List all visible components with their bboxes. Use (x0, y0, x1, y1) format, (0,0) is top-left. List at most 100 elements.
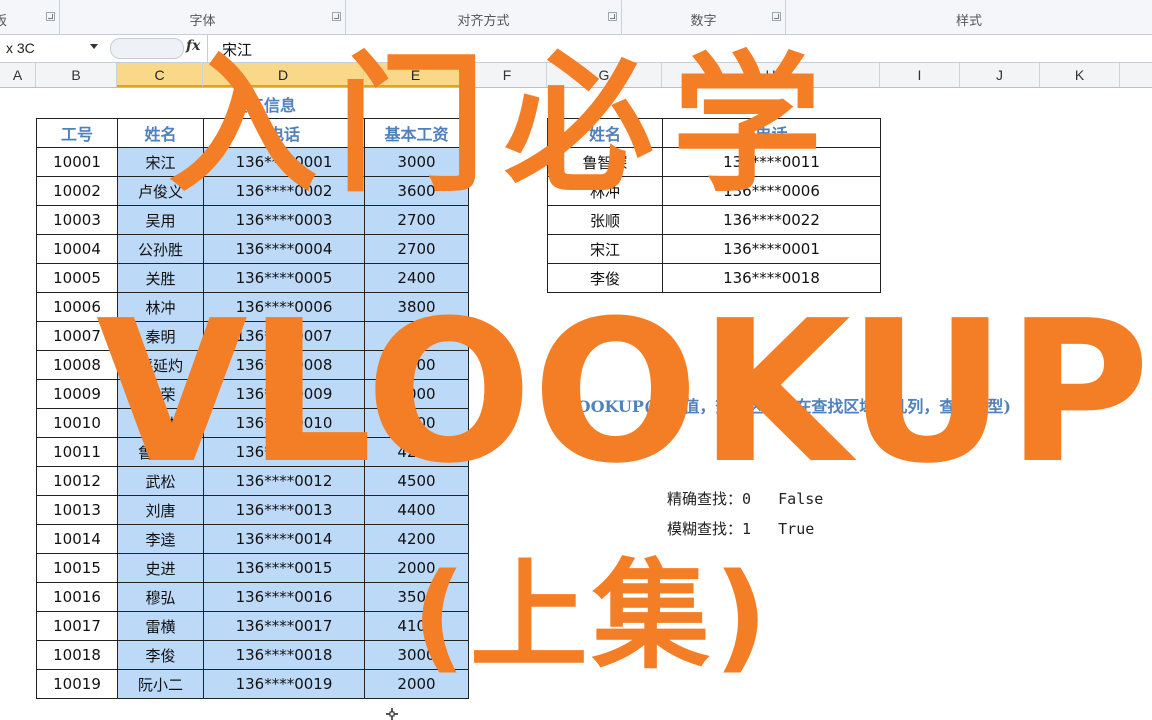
table-cell[interactable]: 林冲 (117, 292, 204, 322)
table-cell[interactable]: 136****0004 (203, 234, 365, 264)
column-header-a[interactable]: A (0, 63, 36, 87)
table-cell[interactable]: 史进 (117, 553, 204, 583)
table-cell[interactable]: 10015 (36, 553, 118, 583)
table-cell[interactable]: 136****0003 (203, 205, 365, 235)
table-cell[interactable]: 3000 (364, 147, 469, 177)
table-cell[interactable]: 136****0022 (662, 205, 881, 235)
table-cell[interactable]: 2700 (364, 234, 469, 264)
header-cell[interactable]: 电话 (662, 118, 881, 148)
table-cell[interactable]: 3600 (364, 321, 469, 351)
table-cell[interactable]: 10005 (36, 263, 118, 293)
table-cell[interactable]: 136****0016 (203, 582, 365, 612)
table-cell[interactable]: 10013 (36, 495, 118, 525)
table-cell[interactable]: 10018 (36, 640, 118, 670)
column-header-e[interactable]: E (364, 63, 468, 87)
table-cell[interactable]: 10002 (36, 176, 118, 206)
table-cell[interactable]: 4100 (364, 611, 469, 641)
table-cell[interactable]: 10012 (36, 466, 118, 496)
table-cell[interactable]: 武松 (117, 466, 204, 496)
table-cell[interactable]: 136****0013 (203, 495, 365, 525)
table-cell[interactable]: 2700 (364, 205, 469, 235)
chevron-down-icon[interactable] (90, 44, 98, 49)
table-cell[interactable]: 柴进 (117, 408, 204, 438)
table-cell[interactable]: 吴用 (117, 205, 204, 235)
column-header-k[interactable]: K (1040, 63, 1120, 87)
table-cell[interactable]: 3600 (364, 176, 469, 206)
dialog-launcher-icon[interactable] (772, 12, 781, 21)
table-cell[interactable]: 136****0015 (203, 553, 365, 583)
table-cell[interactable]: 136****0008 (203, 350, 365, 380)
table-cell[interactable]: 10016 (36, 582, 118, 612)
dialog-launcher-icon[interactable] (332, 12, 341, 21)
table-cell[interactable]: 3200 (364, 350, 469, 380)
table-cell[interactable]: 10003 (36, 205, 118, 235)
table-cell[interactable]: 李俊 (547, 263, 663, 293)
table-cell[interactable]: 136****0012 (203, 466, 365, 496)
table-cell[interactable]: 10004 (36, 234, 118, 264)
table-cell[interactable]: 刘唐 (117, 495, 204, 525)
table-cell[interactable]: 4500 (364, 466, 469, 496)
header-cell[interactable]: 基本工资 (364, 118, 469, 148)
table-cell[interactable]: 10007 (36, 321, 118, 351)
header-cell[interactable]: 电话 (203, 118, 365, 148)
table-cell[interactable]: 136****0006 (662, 176, 881, 206)
dialog-launcher-icon[interactable] (608, 12, 617, 21)
table-cell[interactable]: 136****0017 (203, 611, 365, 641)
table-cell[interactable]: 4200 (364, 437, 469, 467)
table-cell[interactable]: 4200 (364, 524, 469, 554)
table-cell[interactable]: 李俊 (117, 640, 204, 670)
worksheet-grid[interactable]: 员工信息 工号 姓名 电话 基本工资 10001 宋江 136****0001 300… (0, 88, 1152, 720)
column-header-g[interactable]: G (547, 63, 662, 87)
table-cell[interactable]: 张顺 (547, 205, 663, 235)
column-header-i[interactable]: I (880, 63, 960, 87)
table-cell[interactable]: 10019 (36, 669, 118, 699)
header-cell[interactable]: 姓名 (547, 118, 663, 148)
table-cell[interactable]: 2000 (364, 669, 469, 699)
table-cell[interactable]: 秦明 (117, 321, 204, 351)
table-cell[interactable]: 136****0009 (203, 379, 365, 409)
header-cell[interactable]: 工号 (36, 118, 118, 148)
table-cell[interactable]: 2400 (364, 263, 469, 293)
column-header-j[interactable]: J (960, 63, 1040, 87)
table-cell[interactable]: 穆弘 (117, 582, 204, 612)
table-cell[interactable]: 136****0010 (203, 408, 365, 438)
table-cell[interactable]: 10017 (36, 611, 118, 641)
function-icon[interactable]: fx (186, 38, 200, 54)
table-cell[interactable]: 136****0005 (203, 263, 365, 293)
formula-input[interactable]: 宋江 (222, 39, 252, 60)
table-cell[interactable]: 10009 (36, 379, 118, 409)
table-cell[interactable]: 136****0018 (662, 263, 881, 293)
table-cell[interactable]: 10006 (36, 292, 118, 322)
column-header-b[interactable]: B (36, 63, 117, 87)
table-cell[interactable]: 3000 (364, 640, 469, 670)
table-cell[interactable]: 宋江 (547, 234, 663, 264)
table-cell[interactable]: 136****0011 (203, 437, 365, 467)
column-header-f[interactable]: F (468, 63, 547, 87)
table-cell[interactable]: 花荣 (117, 379, 204, 409)
name-box[interactable]: x 3C (0, 37, 104, 59)
table-cell[interactable]: 136****0002 (203, 176, 365, 206)
dialog-launcher-icon[interactable] (46, 12, 55, 21)
table-cell[interactable]: 10010 (36, 408, 118, 438)
table-cell[interactable]: 阮小二 (117, 669, 204, 699)
table-cell[interactable]: 136****0007 (203, 321, 365, 351)
table-cell[interactable]: 10001 (36, 147, 118, 177)
table-cell[interactable]: 雷横 (117, 611, 204, 641)
table-cell[interactable]: 136****0001 (203, 147, 365, 177)
table-cell[interactable]: 3000 (364, 379, 469, 409)
column-header-h[interactable]: H (662, 63, 880, 87)
table-cell[interactable]: 3500 (364, 582, 469, 612)
table-cell[interactable]: 关胜 (117, 263, 204, 293)
header-cell[interactable]: 姓名 (117, 118, 204, 148)
table-cell[interactable]: 136****0001 (662, 234, 881, 264)
table-cell[interactable]: 公孙胜 (117, 234, 204, 264)
table-cell[interactable]: 李逵 (117, 524, 204, 554)
formula-bar-resize-handle[interactable] (110, 38, 184, 59)
table-cell[interactable]: 136****0006 (203, 292, 365, 322)
table-cell[interactable]: 2500 (364, 408, 469, 438)
table-cell[interactable]: 呼延灼 (117, 350, 204, 380)
table-cell[interactable]: 2000 (364, 553, 469, 583)
table-cell[interactable]: 鲁智深 (547, 147, 663, 177)
table-cell[interactable]: 136****0014 (203, 524, 365, 554)
column-header-d[interactable]: D (203, 63, 364, 87)
